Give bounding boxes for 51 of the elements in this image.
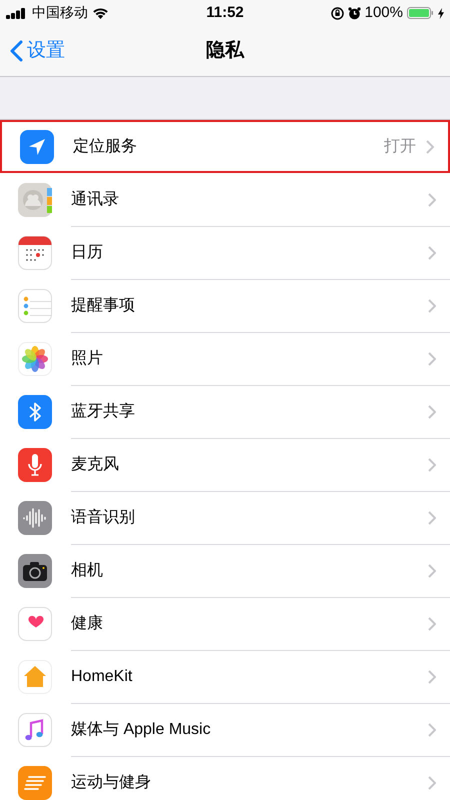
chevron-icon xyxy=(428,192,436,206)
microphone-icon xyxy=(18,448,52,482)
chevron-icon xyxy=(428,564,436,578)
chevron-icon xyxy=(428,352,436,366)
chevron-icon xyxy=(428,404,436,418)
item-label: 健康 xyxy=(71,614,104,634)
alarm-icon xyxy=(348,6,361,20)
bluetooth-icon xyxy=(18,394,52,428)
item-label: HomeKit xyxy=(71,666,134,686)
chevron-icon xyxy=(426,140,434,154)
item-label: 麦克风 xyxy=(71,454,120,474)
item-label: 日历 xyxy=(71,242,104,262)
item-label: 照片 xyxy=(71,348,104,368)
item-label: 提醒事项 xyxy=(71,296,136,316)
chevron-icon xyxy=(428,246,436,260)
chevron-icon xyxy=(428,458,436,472)
chevron-icon xyxy=(428,616,436,630)
page-title: 隐私 xyxy=(206,38,244,63)
contacts-icon xyxy=(18,182,52,216)
camera-icon xyxy=(18,554,52,588)
music-note-icon xyxy=(18,712,52,746)
reminders-list-icon xyxy=(18,288,52,322)
signal-icon xyxy=(6,8,28,18)
item-value: 打开 xyxy=(384,136,416,156)
chevron-icon xyxy=(428,776,436,790)
item-label: 相机 xyxy=(71,560,104,580)
calendar-icon xyxy=(18,236,52,270)
back-button[interactable]: 设置 xyxy=(0,36,65,66)
chevron-icon xyxy=(428,722,436,736)
battery-percent: 100% xyxy=(364,2,403,23)
chevron-icon xyxy=(428,670,436,684)
charging-icon xyxy=(438,8,444,18)
chevron-icon xyxy=(428,298,436,312)
flower-petals-icon xyxy=(18,342,52,376)
sound-wave-icon xyxy=(18,500,52,534)
item-label: 运动与健身 xyxy=(71,772,152,792)
chevron-icon xyxy=(428,510,436,524)
privacy-list-item[interactable]: 定位服务 打开 xyxy=(0,120,450,173)
item-label: 蓝牙共享 xyxy=(71,402,136,422)
battery-icon xyxy=(407,7,434,19)
item-label: 媒体与 Apple Music xyxy=(71,720,212,740)
back-chevron-icon xyxy=(10,40,23,62)
rotation-lock-icon xyxy=(330,6,344,20)
carrier-name: 中国移动 xyxy=(32,4,88,22)
house-icon xyxy=(18,660,52,694)
status-time: 11:52 xyxy=(206,2,244,23)
item-label: 通讯录 xyxy=(71,190,120,210)
speed-lines-icon xyxy=(18,766,52,800)
wifi-icon xyxy=(92,7,109,19)
item-label: 定位服务 xyxy=(73,136,138,156)
item-label: 语音识别 xyxy=(71,508,136,528)
